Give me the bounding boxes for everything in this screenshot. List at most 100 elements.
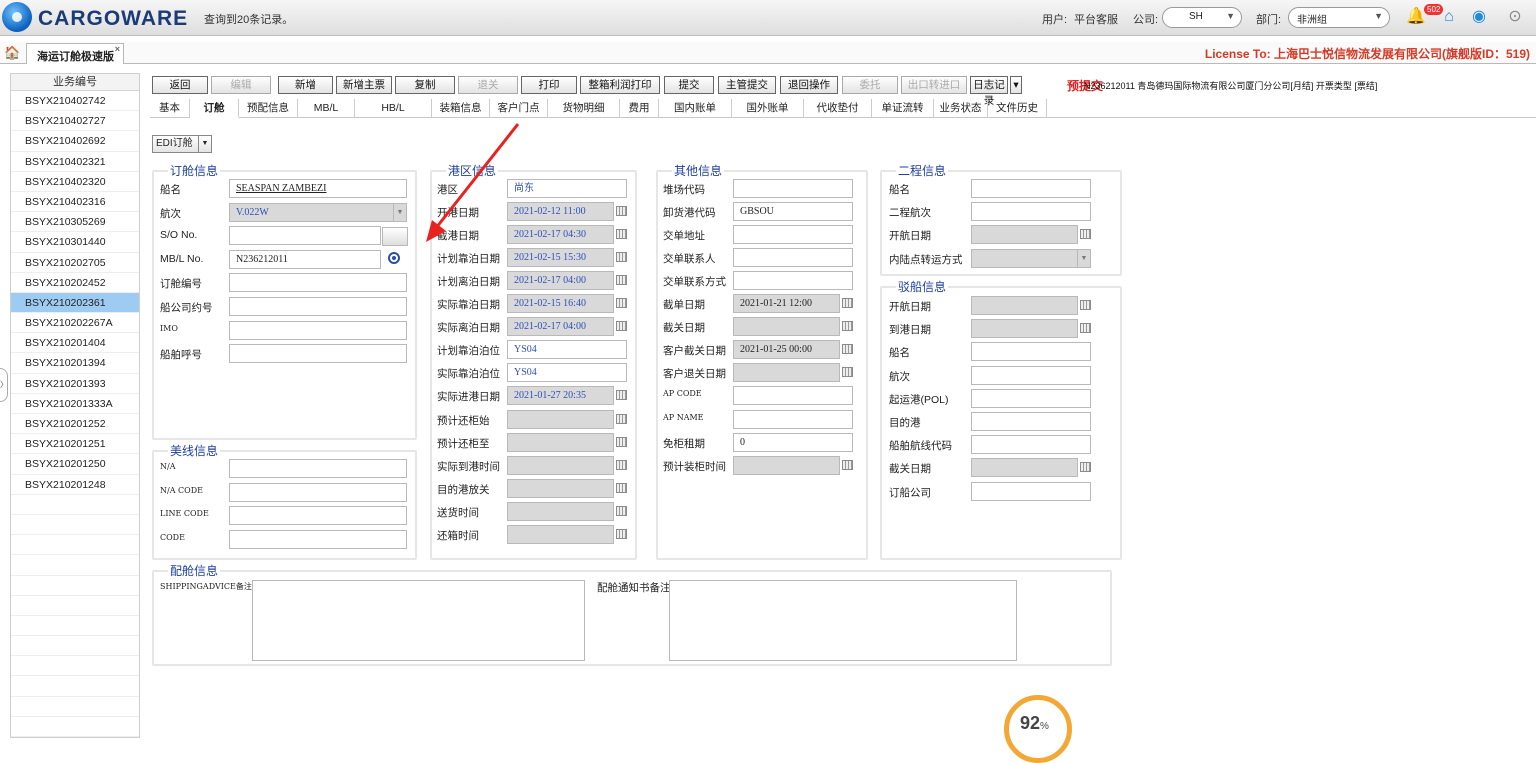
log-dropdown-icon[interactable]: ▾: [1010, 76, 1022, 94]
list-item[interactable]: BSYX210201393: [11, 374, 139, 394]
list-item[interactable]: BSYX210202361: [11, 292, 139, 314]
second-field-3[interactable]: ▼: [971, 248, 1091, 268]
other-field-12[interactable]: [733, 455, 840, 475]
port-field-1[interactable]: 2021-02-12 11:00: [507, 202, 614, 222]
menu-icon[interactable]: ⊙: [1506, 8, 1524, 26]
list-item[interactable]: BSYX210402320: [11, 172, 139, 192]
mbl-radio-icon[interactable]: [388, 252, 400, 264]
port-calendar-icon-14[interactable]: [616, 505, 627, 516]
tab-4[interactable]: HB/L: [355, 99, 432, 118]
barge-calendar-icon-7[interactable]: [1080, 462, 1091, 473]
toolbar-button-13[interactable]: 日志记录: [970, 76, 1008, 107]
other-calendar-icon-7[interactable]: [842, 344, 853, 355]
toolbar-button-3[interactable]: 新增主票: [336, 76, 392, 94]
port-field-11[interactable]: [507, 432, 614, 452]
booking-field-6[interactable]: [229, 320, 407, 340]
port-field-2[interactable]: 2021-02-17 04:30: [507, 225, 614, 245]
list-item[interactable]: BSYX210202705: [11, 253, 139, 273]
list-item[interactable]: BSYX210201333A: [11, 394, 139, 414]
toolbar-button-0[interactable]: 返回: [152, 76, 208, 94]
port-field-12[interactable]: [507, 455, 614, 475]
booking-field-2[interactable]: [229, 226, 381, 246]
chevron-down-icon[interactable]: ▼: [393, 203, 406, 221]
tab-10[interactable]: 国外账单: [732, 99, 804, 118]
port-calendar-icon-3[interactable]: [616, 252, 627, 263]
port-calendar-icon-1[interactable]: [616, 206, 627, 217]
port-field-7[interactable]: YS04: [507, 340, 627, 360]
barge-field-1[interactable]: [971, 319, 1078, 339]
other-field-4[interactable]: [733, 271, 853, 291]
tab-sea-booking[interactable]: 海运订舱极速版 ×: [26, 43, 124, 64]
tab-14[interactable]: 文件历史: [988, 99, 1047, 118]
list-item[interactable]: BSYX210201404: [11, 333, 139, 354]
tab-8[interactable]: 费用: [620, 99, 659, 118]
list-item[interactable]: BSYX210201394: [11, 353, 139, 374]
barge-field-0[interactable]: [971, 296, 1078, 315]
tab-1[interactable]: 订舱: [190, 99, 239, 118]
other-field-10[interactable]: [733, 409, 853, 429]
home-icon[interactable]: ⌂: [1440, 8, 1458, 26]
bell-icon[interactable]: 🔔: [1406, 8, 1426, 26]
barge-field-2[interactable]: [971, 342, 1091, 362]
port-calendar-icon-12[interactable]: [616, 459, 627, 470]
other-field-6[interactable]: [733, 317, 840, 337]
port-calendar-icon-6[interactable]: [616, 321, 627, 332]
barge-field-5[interactable]: [971, 412, 1091, 431]
us_line-field-3[interactable]: [229, 529, 407, 549]
list-item[interactable]: BSYX210305269: [11, 212, 139, 233]
tab-13[interactable]: 业务状态: [934, 99, 988, 118]
other-field-1[interactable]: GBSOU: [733, 202, 853, 222]
list-item[interactable]: BSYX210402742: [11, 91, 139, 112]
port-field-6[interactable]: 2021-02-17 04:00: [507, 317, 614, 337]
booking-field-0[interactable]: SEASPAN ZAMBEZI: [229, 179, 407, 198]
toolbar-button-12[interactable]: 出口转进口: [901, 76, 967, 94]
other-calendar-icon-12[interactable]: [842, 459, 853, 470]
second-field-2[interactable]: [971, 225, 1078, 245]
port-field-3[interactable]: 2021-02-15 15:30: [507, 248, 614, 268]
other-field-0[interactable]: [733, 179, 853, 198]
port-field-13[interactable]: [507, 478, 614, 498]
toolbar-button-7[interactable]: 整箱利润打印: [580, 76, 660, 94]
toolbar-button-11[interactable]: 委托: [842, 76, 898, 94]
port-calendar-icon-2[interactable]: [616, 229, 627, 240]
tab-5[interactable]: 装箱信息: [432, 99, 490, 118]
other-field-7[interactable]: 2021-01-25 00:00: [733, 340, 840, 360]
port-calendar-icon-10[interactable]: [616, 413, 627, 424]
other-field-3[interactable]: [733, 248, 853, 268]
second-calendar-icon-2[interactable]: [1080, 229, 1091, 240]
home-tab-icon[interactable]: 🏠: [4, 45, 20, 61]
company-select[interactable]: SH ▼: [1162, 7, 1242, 28]
barge-field-4[interactable]: [971, 388, 1091, 408]
list-item[interactable]: BSYX210402727: [11, 111, 139, 132]
barge-calendar-icon-0[interactable]: [1080, 300, 1091, 310]
chevron-down-icon[interactable]: ▼: [1077, 249, 1090, 267]
toolbar-button-8[interactable]: 提交: [664, 76, 714, 94]
toolbar-button-6[interactable]: 打印: [521, 76, 577, 94]
list-item[interactable]: BSYX210402692: [11, 131, 139, 152]
port-field-0[interactable]: 尚东: [507, 179, 627, 198]
other-field-8[interactable]: [733, 363, 840, 383]
tab-12[interactable]: 单证流转: [872, 99, 934, 118]
second-field-1[interactable]: [971, 202, 1091, 222]
toolbar-button-1[interactable]: 编辑: [211, 76, 271, 94]
port-calendar-icon-11[interactable]: [616, 436, 627, 447]
port-calendar-icon-15[interactable]: [616, 528, 627, 539]
port-field-10[interactable]: [507, 409, 614, 429]
barge-field-7[interactable]: [971, 458, 1078, 478]
us_line-field-1[interactable]: [229, 482, 407, 502]
edi-booking-button[interactable]: EDI订舱 ▼: [152, 135, 212, 153]
collapse-handle[interactable]: 〉: [0, 368, 8, 402]
other-field-2[interactable]: [733, 225, 853, 245]
list-item[interactable]: BSYX210201250: [11, 454, 139, 475]
close-icon[interactable]: ×: [115, 44, 120, 54]
shipping-advice-textarea[interactable]: [252, 580, 585, 661]
list-item[interactable]: BSYX210202267A: [11, 313, 139, 334]
toolbar-button-4[interactable]: 复制: [395, 76, 455, 94]
booking-field-1[interactable]: V.022W ▼: [229, 202, 407, 222]
barge-field-3[interactable]: [971, 365, 1091, 385]
stowage-notice-textarea[interactable]: [669, 580, 1017, 661]
booking-field-3[interactable]: N236212011: [229, 249, 381, 269]
port-field-9[interactable]: 2021-01-27 20:35: [507, 386, 614, 406]
port-field-15[interactable]: [507, 524, 614, 544]
barge-calendar-icon-1[interactable]: [1080, 323, 1091, 334]
